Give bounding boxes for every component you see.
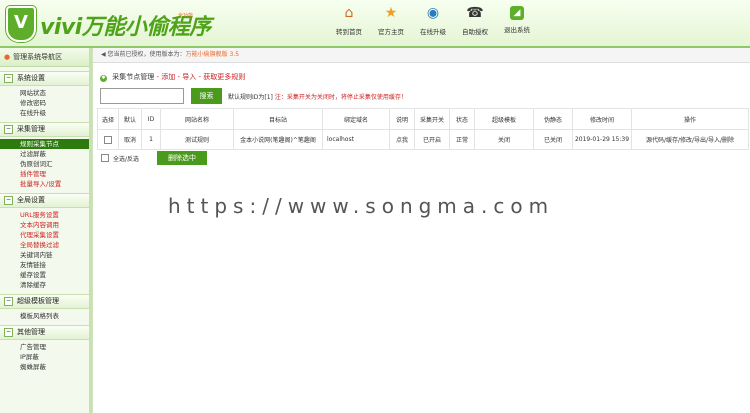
col-switch: 采集开关: [414, 108, 450, 130]
col-id: ID: [141, 108, 161, 130]
sidebar: ● 管理系统导航区 − 系统设置 网站状态 修改密码 在线升级 − 采集管理 规则采集…: [0, 48, 93, 413]
rules-table: 选择 默认 ID 网站名称 目标站 绑定域名 说明 采集开关 状态 超级模板 伪…: [97, 108, 749, 150]
col-time: 修改时间: [572, 108, 632, 130]
sidebar-item-spider-block[interactable]: 蜘蛛屏蔽: [0, 362, 92, 372]
row-rewrite[interactable]: 已关闭: [533, 129, 573, 150]
col-select: 选择: [97, 108, 119, 130]
sidebar-item-url-service[interactable]: URL服务设置: [0, 210, 92, 220]
main-content: ◀ 您当前已授权，使用版本为：万能小偷旗舰版 3.5 ✱ 采集节点管理 - 添加…: [93, 48, 750, 413]
col-ops: 操作: [631, 108, 749, 130]
globe-icon: ◉: [426, 5, 440, 21]
group-templates[interactable]: − 超级模板管理: [0, 294, 92, 309]
bulk-actions: 全选/反选 删除选中: [101, 151, 401, 165]
group-collect[interactable]: − 采集管理: [0, 122, 92, 137]
row-id: 1: [141, 129, 161, 150]
row-time: 2019-01-29 15:39: [572, 129, 632, 150]
speaker-icon: ◀: [101, 51, 106, 58]
more-rules-link[interactable]: - 获取更多规则: [198, 73, 245, 81]
row-name: 测试规则: [160, 129, 234, 150]
sidebar-item-rule-nodes[interactable]: 规则采集节点: [0, 139, 92, 149]
col-default: 默认: [118, 108, 142, 130]
search-row: 搜索 默认规则ID为[1] 注：采集开关为关闭时，将停止采集仅使用缓存！: [100, 88, 740, 104]
col-status: 状态: [449, 108, 475, 130]
row-switch[interactable]: 已开启: [414, 129, 450, 150]
sidebar-item-change-password[interactable]: 修改密码: [0, 98, 92, 108]
rss-icon: ◢: [510, 6, 524, 20]
sidebar-item-friend-links[interactable]: 友情链接: [0, 260, 92, 270]
nav-license[interactable]: ☎ 自助授权: [454, 4, 496, 36]
nav-home[interactable]: ⌂ 转到首页: [328, 4, 370, 36]
edition-tag: 全功能: [178, 13, 194, 19]
watermark: https://www.songma.com: [168, 194, 555, 218]
page-title: ✱ 采集节点管理 - 添加 - 导入 - 获取更多规则: [100, 73, 246, 82]
collapse-icon: −: [4, 124, 13, 134]
license-notice: ◀ 您当前已授权，使用版本为：万能小偷旗舰版 3.5: [93, 48, 750, 63]
sidebar-item-upgrade[interactable]: 在线升级: [0, 108, 92, 118]
sidebar-item-global-replace[interactable]: 全局替换过滤: [0, 240, 92, 250]
row-ops[interactable]: 源代码/缓存/修改/导出/导入/删除: [631, 129, 749, 150]
row-target: 金本小说网(笔趣阁)^笔趣阁: [233, 129, 323, 150]
sidebar-item-proxy[interactable]: 代理采集设置: [0, 230, 92, 240]
row-domain: localhost: [322, 129, 390, 150]
cancel-default-link[interactable]: 取消: [118, 129, 142, 150]
sidebar-item-keyword-links[interactable]: 关键词内链: [0, 250, 92, 260]
table-header-row: 选择 默认 ID 网站名称 目标站 绑定域名 说明 采集开关 状态 超级模板 伪…: [97, 108, 749, 130]
sidebar-item-filter[interactable]: 过滤屏蔽: [0, 149, 92, 159]
row-desc-link[interactable]: 点我: [389, 129, 415, 150]
group-other[interactable]: − 其他管理: [0, 325, 92, 340]
logo-icon: V: [6, 6, 36, 42]
select-all-label: 全选/反选: [113, 156, 140, 163]
sidebar-scrollbar[interactable]: [89, 48, 92, 413]
row-checkbox[interactable]: [104, 135, 112, 144]
collapse-icon: −: [4, 296, 13, 306]
sidebar-title: ● 管理系统导航区: [0, 48, 92, 67]
col-site-name: 网站名称: [160, 108, 234, 130]
col-target: 目标站: [233, 108, 323, 130]
col-rewrite: 伪静态: [533, 108, 573, 130]
user-icon: ●: [4, 53, 11, 61]
nav-upgrade[interactable]: ◉ 在线升级: [412, 4, 454, 36]
search-input[interactable]: [100, 88, 184, 104]
row-status: 正常: [449, 129, 475, 150]
sidebar-item-plugins[interactable]: 插件管理: [0, 169, 92, 179]
sidebar-item-template-list[interactable]: 模板风格列表: [0, 311, 92, 321]
col-desc: 说明: [389, 108, 415, 130]
sidebar-item-clear-cache[interactable]: 清除缓存: [0, 280, 92, 290]
sidebar-item-pseudo-words[interactable]: 伪原创词汇: [0, 159, 92, 169]
home-icon: ⌂: [344, 5, 354, 21]
top-nav: ⌂ 转到首页 ★ 官方主页 ◉ 在线升级 ☎ 自助授权 ◢ 退出系统: [328, 4, 538, 36]
sidebar-item-ads[interactable]: 广告管理: [0, 342, 92, 352]
nav-official[interactable]: ★ 官方主页: [370, 4, 412, 36]
phone-icon: ☎: [466, 5, 484, 21]
delete-selected-button[interactable]: 删除选中: [157, 151, 207, 165]
select-all-checkbox[interactable]: [101, 154, 109, 162]
collapse-icon: −: [4, 195, 13, 205]
add-link[interactable]: - 添加: [156, 73, 175, 81]
collapse-icon: −: [4, 73, 13, 83]
star-icon: ★: [384, 5, 398, 21]
sidebar-item-cache-settings[interactable]: 缓存设置: [0, 270, 92, 280]
gear-icon: ✱: [100, 75, 107, 82]
collapse-icon: −: [4, 327, 13, 337]
header: V vivi万能小偷程序 全功能 ⌂ 转到首页 ★ 官方主页 ◉ 在线升级 ☎ …: [0, 0, 750, 48]
group-global[interactable]: − 全局设置: [0, 193, 92, 208]
sidebar-item-text-content[interactable]: 文本内容调用: [0, 220, 92, 230]
sidebar-item-batch-import[interactable]: 批量导入/设置: [0, 179, 92, 189]
search-tip: 默认规则ID为[1] 注：采集开关为关闭时，将停止采集仅使用缓存！: [228, 94, 407, 101]
group-system[interactable]: − 系统设置: [0, 71, 92, 86]
col-template: 超级模板: [474, 108, 534, 130]
col-domain: 绑定域名: [322, 108, 390, 130]
nav-logout[interactable]: ◢ 退出系统: [496, 4, 538, 36]
sidebar-item-site-status[interactable]: 网站状态: [0, 88, 92, 98]
row-template[interactable]: 关闭: [474, 129, 534, 150]
table-row: 取消 1 测试规则 金本小说网(笔趣阁)^笔趣阁 localhost 点我 已开…: [97, 129, 749, 150]
search-button[interactable]: 搜索: [191, 88, 222, 104]
import-link[interactable]: - 导入: [177, 73, 196, 81]
sidebar-item-ip-block[interactable]: IP屏蔽: [0, 352, 92, 362]
